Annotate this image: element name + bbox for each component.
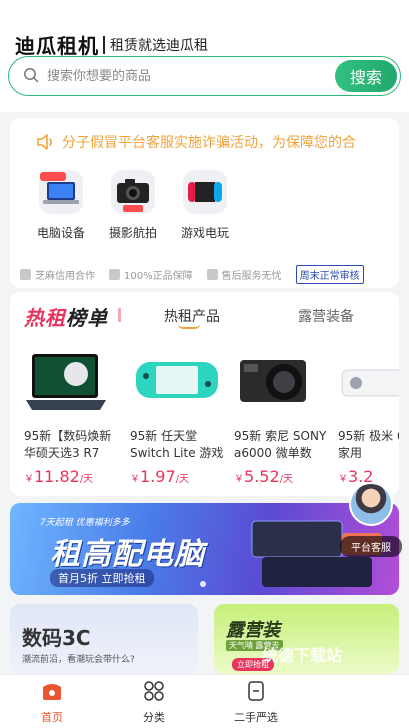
search-icon bbox=[24, 68, 39, 83]
customer-service-avatar bbox=[349, 482, 393, 526]
sony-camera-icon bbox=[234, 348, 328, 418]
search-button[interactable]: 搜索 bbox=[335, 60, 397, 92]
service-icon bbox=[206, 268, 218, 280]
assurance-label: 芝麻信用合作 bbox=[35, 270, 95, 282]
tab-label: 二手严选 bbox=[234, 711, 278, 724]
search-bar[interactable]: 搜索 bbox=[8, 56, 401, 96]
tile-digital-3c[interactable]: 数码3C 潮流前沿，看潮玩会带什么? bbox=[10, 604, 198, 674]
product-price: ￥11.82/天 bbox=[24, 467, 94, 486]
brand-slogan: 租赁就选迪瓜租 bbox=[110, 37, 208, 54]
banner-pager-dot bbox=[200, 581, 206, 587]
rank-title-rest: 榜单 bbox=[66, 306, 108, 330]
notice-text: 分子假冒平台客服实施诈骗活动，为保障您的合 bbox=[62, 135, 356, 151]
camera-icon bbox=[111, 170, 155, 214]
category-label: 游戏电玩 bbox=[180, 226, 229, 240]
product-price: ￥1.97/天 bbox=[130, 467, 189, 486]
banner-kicker: 7天起租 优惠福利多多 bbox=[40, 518, 130, 528]
category-item-computer[interactable]: 电脑设备 bbox=[30, 170, 92, 241]
laptop-icon bbox=[39, 170, 83, 214]
projector-icon bbox=[338, 348, 399, 418]
product-name: 95新【数码焕新华硕天选3 R7系... bbox=[24, 429, 112, 460]
assurance-item: 芝麻信用合作 bbox=[20, 267, 95, 282]
app-header: 迪瓜租机 租赁就选迪瓜租 搜索 bbox=[0, 0, 409, 112]
product-name: 95新 任天堂 Switch Lite 游戏机 ... bbox=[130, 429, 224, 460]
assurance-bar: 芝麻信用合作 100%正品保障 售后服务无忧 周末正常审核 bbox=[10, 264, 399, 284]
product-card[interactable]: 95新 任天堂 Switch Lite 游戏机 ... ￥1.97/天 bbox=[130, 348, 228, 486]
category-item-camera[interactable]: 摄影航拍 bbox=[102, 170, 164, 241]
category-label: 摄影航拍 bbox=[108, 226, 157, 240]
product-name: 95新 极米 6 Z6X 家用 bbox=[338, 429, 399, 460]
notice-bar[interactable]: 分子假冒平台客服实施诈骗活动，为保障您的合 bbox=[36, 132, 399, 152]
assurance-item: 售后服务无忧 bbox=[206, 267, 282, 282]
product-card[interactable]: 95新 极米 6 Z6X 家用 ￥3.2 bbox=[338, 348, 399, 486]
tab-label: 首页 bbox=[41, 711, 63, 724]
tile-title: 露营装 bbox=[226, 620, 280, 641]
category-card: 分子假冒平台客服实施诈骗活动，为保障您的合 电脑设备 摄影航拍 游戏电玩 芝麻信… bbox=[10, 118, 399, 288]
product-price: ￥5.52/天 bbox=[234, 467, 293, 486]
customer-service-button[interactable]: 平台客服 bbox=[340, 482, 402, 558]
category-item-game[interactable]: 游戏电玩 bbox=[174, 170, 236, 241]
gaming-laptop-icon bbox=[24, 348, 118, 418]
rank-title-hot: 热租 bbox=[24, 306, 66, 330]
customer-service-label: 平台客服 bbox=[340, 536, 402, 557]
banner-cta: 首月5折 立即抢租 bbox=[50, 569, 154, 587]
alipay-icon bbox=[20, 268, 31, 280]
bottom-tab-bar: 首页 分类 二手严选 bbox=[0, 674, 409, 728]
active-tab-indicator bbox=[178, 324, 200, 329]
product-card[interactable]: 95新 索尼 SONY a6000 微单数码... ￥5.52/天 bbox=[234, 348, 332, 486]
category-label: 电脑设备 bbox=[36, 226, 85, 240]
rank-card: 热租榜单 热租产品 露营装备 95新【数码焕新华硕天选3 R7系... ￥11.… bbox=[10, 292, 399, 496]
product-name: 95新 索尼 SONY a6000 微单数码... bbox=[234, 429, 327, 460]
game-console-icon bbox=[183, 170, 227, 214]
tab-second-hand[interactable]: 二手严选 bbox=[216, 679, 296, 725]
tab-camping-gear[interactable]: 露营装备 bbox=[298, 306, 354, 326]
home-icon bbox=[40, 679, 64, 703]
brand-divider bbox=[103, 35, 105, 54]
assurance-item: 100%正品保障 bbox=[109, 267, 193, 282]
tab-hot-products[interactable]: 热租产品 bbox=[164, 306, 220, 326]
review-status-badge: 周末正常审核 bbox=[295, 264, 364, 284]
assurance-label: 售后服务无忧 bbox=[221, 270, 282, 282]
brand: 迪瓜租机 租赁就选迪瓜租 bbox=[15, 30, 208, 59]
tile-title: 数码3C bbox=[22, 626, 91, 650]
search-input[interactable] bbox=[47, 66, 327, 86]
watermark-text: 统德下载站 bbox=[262, 646, 343, 665]
tab-home[interactable]: 首页 bbox=[12, 679, 92, 725]
rank-divider bbox=[118, 308, 121, 322]
tab-category[interactable]: 分类 bbox=[114, 679, 194, 725]
speaker-icon bbox=[37, 134, 52, 150]
tile-desc: 潮流前沿，看潮玩会带什么? bbox=[22, 655, 135, 665]
tab-label: 分类 bbox=[143, 711, 165, 724]
banner-title: 租高配电脑 bbox=[50, 537, 205, 572]
brand-name: 迪瓜租机 bbox=[15, 34, 99, 58]
assurance-label: 100%正品保障 bbox=[124, 270, 193, 282]
shield-icon bbox=[109, 268, 120, 280]
second-hand-icon bbox=[244, 679, 268, 703]
switch-lite-icon bbox=[130, 348, 224, 418]
category-grid-icon bbox=[142, 679, 166, 703]
rank-title: 热租榜单 bbox=[24, 302, 108, 331]
product-card[interactable]: 95新【数码焕新华硕天选3 R7系... ￥11.82/天 bbox=[24, 348, 122, 486]
